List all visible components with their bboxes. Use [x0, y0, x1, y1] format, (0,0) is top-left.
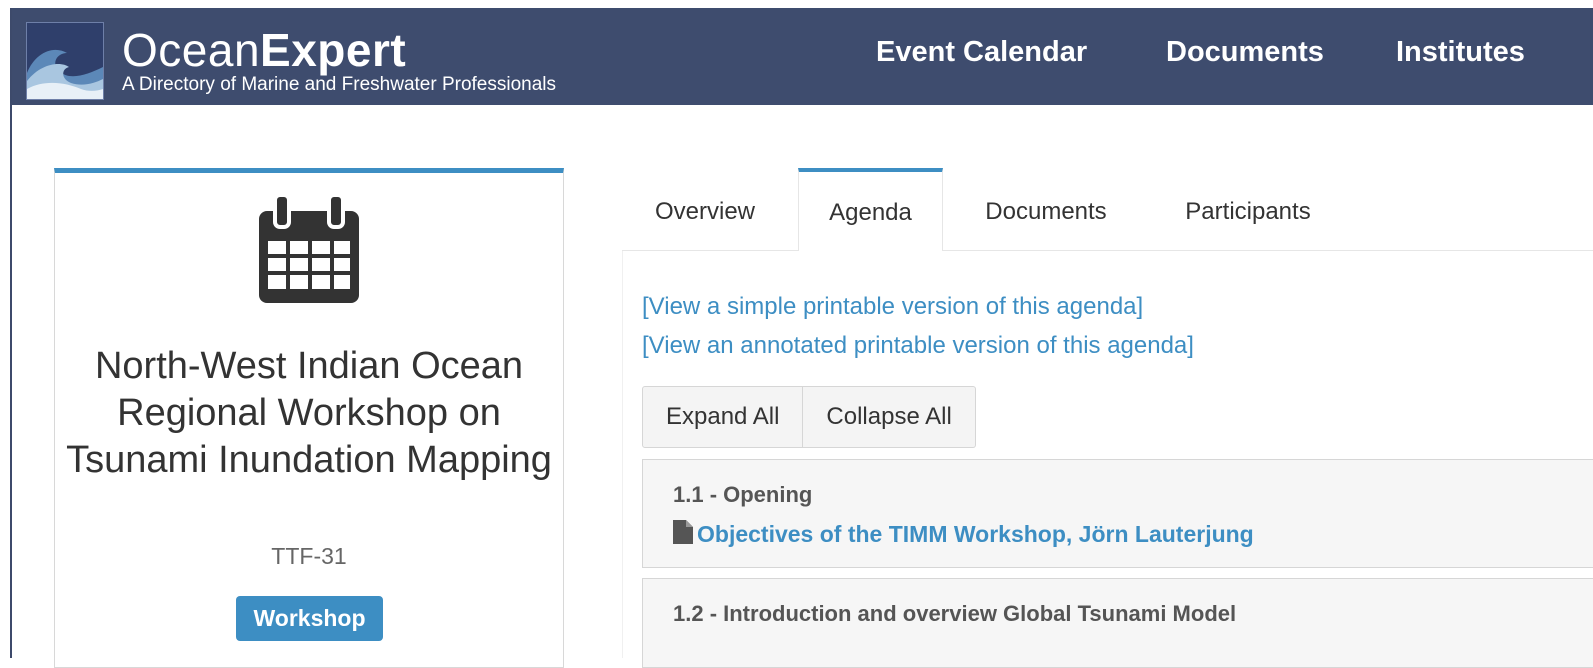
frame-left — [0, 0, 10, 658]
expand-collapse-group: Expand All Collapse All — [642, 386, 976, 448]
tab-documents[interactable]: Documents — [952, 168, 1140, 250]
calendar-icon — [259, 193, 359, 308]
expand-all-button[interactable]: Expand All — [642, 386, 804, 448]
agenda-item[interactable]: 1.2 - Introduction and overview Global T… — [642, 578, 1593, 668]
frame-left-border — [10, 8, 12, 658]
file-icon — [673, 520, 693, 549]
brand-tagline: A Directory of Marine and Freshwater Pro… — [122, 74, 557, 95]
event-code: TTF-31 — [271, 543, 347, 569]
brand[interactable]: OceanExpert A Directory of Marine and Fr… — [122, 26, 556, 96]
simple-print-link[interactable]: [View a simple printable version of this… — [642, 293, 1143, 321]
tab-agenda[interactable]: Agenda — [798, 168, 943, 251]
brand-name-light: Ocean — [122, 24, 261, 76]
event-card: North-West Indian Ocean Regional Worksho… — [54, 168, 564, 668]
brand-name-bold: Expert — [260, 24, 407, 76]
tab-participants[interactable]: Participants — [1148, 168, 1348, 250]
frame-top — [0, 0, 1593, 8]
nav-institutes[interactable]: Institutes — [1396, 36, 1525, 69]
annotated-print-link[interactable]: [View an annotated printable version of … — [642, 332, 1194, 360]
agenda-panel: [View a simple printable version of this… — [622, 251, 1593, 668]
collapse-all-button[interactable]: Collapse All — [803, 386, 976, 448]
agenda-item-title[interactable]: 1.1 - Opening — [673, 482, 812, 508]
site-header: OceanExpert A Directory of Marine and Fr… — [10, 8, 1593, 105]
wave-logo-icon[interactable] — [26, 22, 104, 100]
document-link[interactable]: Objectives of the TIMM Workshop, Jörn La… — [697, 521, 1254, 548]
agenda-item[interactable]: 1.1 - Opening Objectives of the TIMM Wor… — [642, 459, 1593, 568]
nav-documents[interactable]: Documents — [1166, 36, 1324, 69]
event-tabs: Overview Agenda Documents Participants — [622, 168, 1593, 251]
brand-name: OceanExpert — [122, 26, 556, 74]
agenda-document[interactable]: Objectives of the TIMM Workshop, Jörn La… — [673, 520, 1254, 549]
event-title: North-West Indian Ocean Regional Worksho… — [66, 345, 552, 481]
nav-event-calendar[interactable]: Event Calendar — [876, 36, 1087, 69]
tab-overview[interactable]: Overview — [622, 168, 788, 250]
agenda-item-title[interactable]: 1.2 - Introduction and overview Global T… — [673, 601, 1236, 627]
event-type-badge: Workshop — [236, 596, 383, 641]
